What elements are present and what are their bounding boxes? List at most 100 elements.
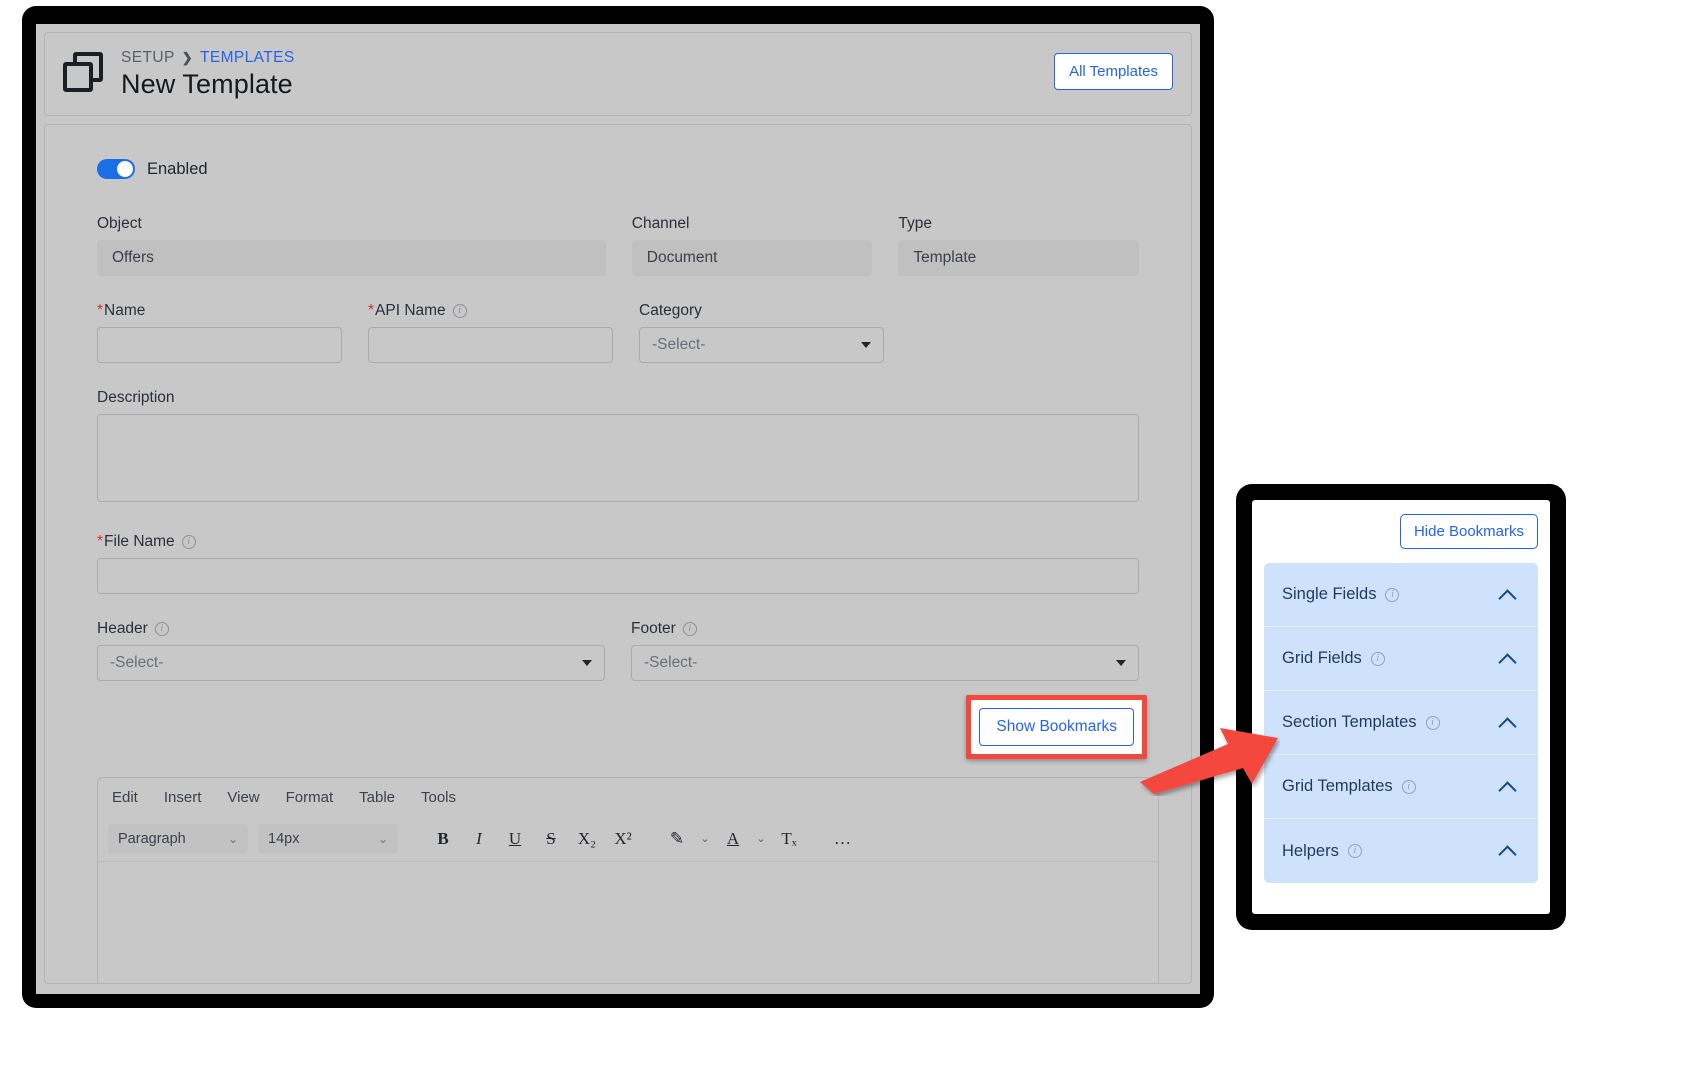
- form-row-description: Description: [97, 389, 1139, 507]
- chevron-up-icon[interactable]: [1498, 648, 1520, 670]
- menu-table[interactable]: Table: [359, 789, 395, 806]
- required-marker: *: [97, 302, 103, 320]
- form-row-name: * Name * API Name i Category: [97, 302, 1139, 363]
- menu-view[interactable]: View: [227, 789, 259, 806]
- category-select-value: -Select-: [652, 336, 705, 354]
- info-icon[interactable]: i: [182, 535, 196, 549]
- chevron-up-icon[interactable]: [1498, 712, 1520, 734]
- info-icon[interactable]: i: [1385, 588, 1399, 602]
- info-icon[interactable]: i: [1371, 652, 1385, 666]
- bookmark-item-section-templates[interactable]: Section Templates i: [1264, 691, 1538, 755]
- header-select-label: Header i: [97, 620, 605, 638]
- more-options-icon[interactable]: …: [826, 824, 860, 854]
- api-name-field: * API Name i: [368, 302, 613, 363]
- object-field: Object Offers: [97, 215, 606, 276]
- bookmark-item-grid-fields[interactable]: Grid Fields i: [1264, 627, 1538, 691]
- info-icon[interactable]: i: [155, 622, 169, 636]
- text-color-icon[interactable]: A: [716, 824, 750, 854]
- bookmark-label: Helpers: [1282, 842, 1339, 861]
- chevron-up-icon[interactable]: [1498, 840, 1520, 862]
- bookmark-item-grid-templates[interactable]: Grid Templates i: [1264, 755, 1538, 819]
- category-label: Category: [639, 302, 884, 320]
- clear-formatting-icon[interactable]: Tₓ: [772, 824, 806, 854]
- required-marker: *: [97, 533, 103, 551]
- bookmark-label: Single Fields: [1282, 585, 1376, 604]
- subscript-icon[interactable]: X₂: [570, 824, 604, 854]
- api-name-input[interactable]: [368, 327, 613, 363]
- breadcrumb: SETUP ❯ TEMPLATES: [121, 49, 295, 67]
- type-field: Type Template: [898, 215, 1139, 276]
- page-header: SETUP ❯ TEMPLATES New Template All Templ…: [44, 32, 1192, 116]
- header-select-value: -Select-: [110, 654, 163, 672]
- bookmark-label: Grid Templates: [1282, 777, 1393, 796]
- file-name-label: * File Name i: [97, 533, 1139, 551]
- bookmark-label: Section Templates: [1282, 713, 1417, 732]
- highlight-color-icon[interactable]: ✎: [660, 824, 694, 854]
- chevron-up-icon[interactable]: [1498, 584, 1520, 606]
- page-title: New Template: [121, 69, 295, 100]
- footer-select-label-text: Footer: [631, 620, 676, 638]
- strikethrough-icon[interactable]: S: [534, 824, 568, 854]
- info-icon[interactable]: i: [1426, 716, 1440, 730]
- breadcrumb-root[interactable]: SETUP: [121, 49, 175, 67]
- api-name-label: * API Name i: [368, 302, 613, 320]
- chevron-down-icon: [582, 660, 592, 666]
- underline-icon[interactable]: U: [498, 824, 532, 854]
- menu-format[interactable]: Format: [286, 789, 334, 806]
- required-marker: *: [368, 302, 374, 320]
- chevron-down-icon[interactable]: ⌄: [752, 824, 770, 854]
- channel-label: Channel: [632, 215, 873, 233]
- menu-edit[interactable]: Edit: [112, 789, 138, 806]
- superscript-icon[interactable]: X²: [606, 824, 640, 854]
- object-value: Offers: [97, 240, 606, 276]
- description-textarea[interactable]: [97, 414, 1139, 502]
- info-icon[interactable]: i: [1402, 780, 1416, 794]
- chevron-right-icon: ❯: [182, 50, 193, 66]
- info-icon[interactable]: i: [683, 622, 697, 636]
- breadcrumb-templates[interactable]: TEMPLATES: [200, 49, 295, 67]
- bold-icon[interactable]: B: [426, 824, 460, 854]
- name-field: * Name: [97, 302, 342, 363]
- bookmark-label: Grid Fields: [1282, 649, 1362, 668]
- form-row-object: Object Offers Channel Document Type Temp…: [97, 215, 1139, 276]
- name-input[interactable]: [97, 327, 342, 363]
- show-bookmarks-highlight: Show Bookmarks: [966, 695, 1147, 759]
- form-row-file-name: * File Name i: [97, 533, 1139, 594]
- file-name-field: * File Name i: [97, 533, 1139, 594]
- type-label: Type: [898, 215, 1139, 233]
- show-bookmarks-button[interactable]: Show Bookmarks: [979, 708, 1134, 746]
- hide-bookmarks-button[interactable]: Hide Bookmarks: [1400, 514, 1538, 549]
- bookmarks-panel: Hide Bookmarks Single Fields i Grid Fiel…: [1252, 500, 1550, 914]
- file-name-input[interactable]: [97, 558, 1139, 594]
- channel-field: Channel Document: [632, 215, 873, 276]
- template-form-card: Enabled Object Offers Channel Document T…: [44, 124, 1192, 984]
- font-size-select[interactable]: 14px ⌄: [258, 824, 398, 854]
- rich-text-editor: Edit Insert View Format Table Tools Para…: [97, 777, 1159, 984]
- all-templates-button[interactable]: All Templates: [1054, 53, 1173, 90]
- category-select[interactable]: -Select-: [639, 327, 884, 363]
- object-label: Object: [97, 215, 606, 233]
- editor-toolbar: Paragraph ⌄ 14px ⌄ B I U S X₂ X² ✎: [98, 816, 1158, 862]
- enabled-toggle[interactable]: [97, 159, 135, 179]
- footer-select-label: Footer i: [631, 620, 1139, 638]
- description-field: Description: [97, 389, 1139, 507]
- chevron-down-icon[interactable]: ⌄: [696, 824, 714, 854]
- hide-bookmarks-row: Hide Bookmarks: [1264, 514, 1538, 549]
- category-field: Category -Select-: [639, 302, 884, 363]
- type-value: Template: [898, 240, 1139, 276]
- info-icon[interactable]: i: [1348, 844, 1362, 858]
- bookmark-item-single-fields[interactable]: Single Fields i: [1264, 563, 1538, 627]
- bookmark-item-helpers[interactable]: Helpers i: [1264, 819, 1538, 883]
- footer-select[interactable]: -Select-: [631, 645, 1139, 681]
- header-select[interactable]: -Select-: [97, 645, 605, 681]
- editor-content-area[interactable]: [98, 862, 1158, 982]
- info-icon[interactable]: i: [453, 304, 467, 318]
- menu-insert[interactable]: Insert: [164, 789, 202, 806]
- name-label: * Name: [97, 302, 342, 320]
- chevron-up-icon[interactable]: [1498, 776, 1520, 798]
- menu-tools[interactable]: Tools: [421, 789, 456, 806]
- paragraph-style-value: Paragraph: [118, 831, 186, 847]
- paragraph-style-select[interactable]: Paragraph ⌄: [108, 824, 248, 854]
- italic-icon[interactable]: I: [462, 824, 496, 854]
- chevron-down-icon: [861, 342, 871, 348]
